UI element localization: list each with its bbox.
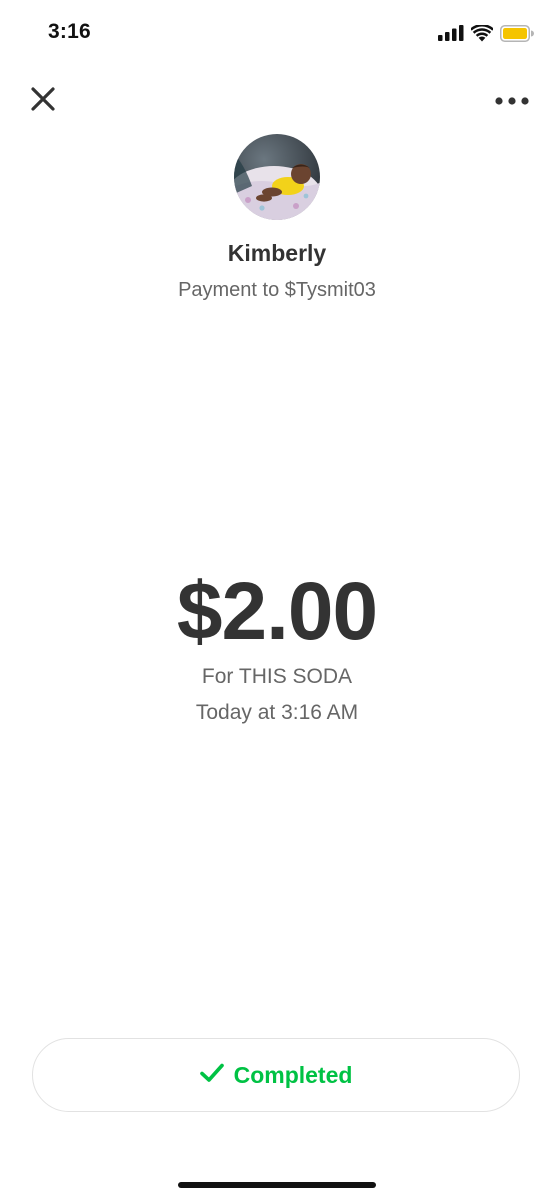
- recipient-subtitle: Payment to $Tysmit03: [178, 279, 376, 301]
- more-options-button[interactable]: [492, 86, 532, 116]
- more-options-icon: [495, 92, 529, 110]
- status-label: Completed: [233, 1061, 353, 1088]
- cellular-signal-icon: [438, 25, 464, 41]
- status-bar: 3:16: [0, 0, 554, 64]
- payment-date: Today at 3:16 AM: [195, 701, 359, 724]
- payment-amount: $2.00: [176, 566, 378, 657]
- status-pill[interactable]: Completed: [32, 1038, 520, 1112]
- recipient-name: Kimberly: [227, 240, 327, 266]
- checkmark-icon: [199, 1063, 224, 1088]
- home-indicator[interactable]: [178, 1182, 376, 1188]
- status-time: 3:16: [48, 20, 91, 43]
- wifi-icon: [471, 24, 493, 42]
- battery-icon: [500, 24, 534, 42]
- status-icons: [438, 22, 534, 44]
- avatar[interactable]: [234, 134, 320, 220]
- close-icon: [31, 86, 55, 116]
- close-button[interactable]: [24, 82, 62, 120]
- payment-note: For THIS SODA: [201, 665, 353, 688]
